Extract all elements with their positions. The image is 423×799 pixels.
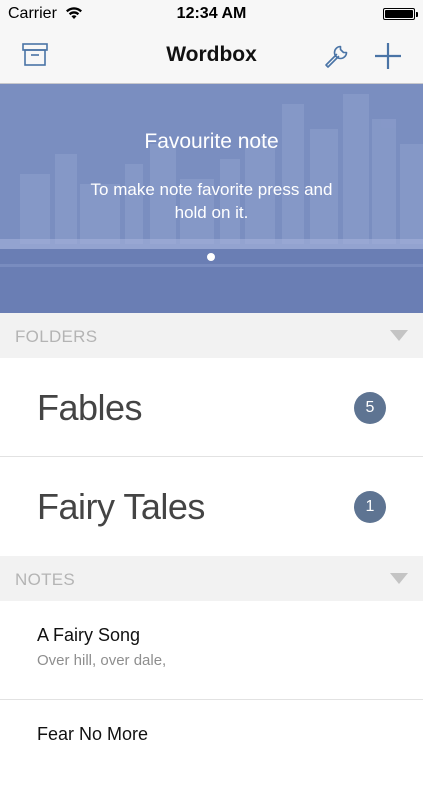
note-title: Fear No More xyxy=(37,724,149,744)
note-row[interactable]: A Fairy Song Over hill, over dale, xyxy=(0,601,423,700)
battery-icon xyxy=(383,8,418,20)
notes-section-label: NOTES xyxy=(15,570,76,589)
settings-button[interactable] xyxy=(319,38,355,74)
folder-row[interactable]: Fables 5 xyxy=(0,358,423,457)
page-title: Wordbox xyxy=(166,43,257,66)
folder-name: Fairy Tales xyxy=(37,486,205,527)
banner-message: To make note favorite press and hold on … xyxy=(90,180,333,222)
folders-section-header[interactable]: FOLDERS xyxy=(0,313,423,358)
chevron-down-icon[interactable] xyxy=(390,330,408,341)
plus-icon xyxy=(375,43,401,69)
folders-section-label: FOLDERS xyxy=(15,327,98,346)
folder-name: Fables xyxy=(37,387,143,428)
navigation-bar: Wordbox xyxy=(0,28,423,84)
count-badge: 1 xyxy=(354,491,386,523)
count-badge: 5 xyxy=(354,392,386,424)
chevron-down-icon[interactable] xyxy=(390,573,408,584)
add-button[interactable] xyxy=(370,38,406,74)
note-title: A Fairy Song xyxy=(37,625,141,645)
clock-label: 12:34 AM xyxy=(176,5,247,22)
tip-banner[interactable]: Favourite note To make note favorite pre… xyxy=(0,84,423,313)
folder-row[interactable]: Fairy Tales 1 xyxy=(0,457,423,556)
notes-section-header[interactable]: NOTES xyxy=(0,556,423,601)
wrench-icon xyxy=(325,45,348,68)
banner-title: Favourite note xyxy=(144,130,279,153)
page-indicator-dot[interactable] xyxy=(207,253,215,261)
status-bar: Carrier 12:34 AM xyxy=(0,0,423,28)
note-preview: Over hill, over dale, xyxy=(37,652,167,669)
